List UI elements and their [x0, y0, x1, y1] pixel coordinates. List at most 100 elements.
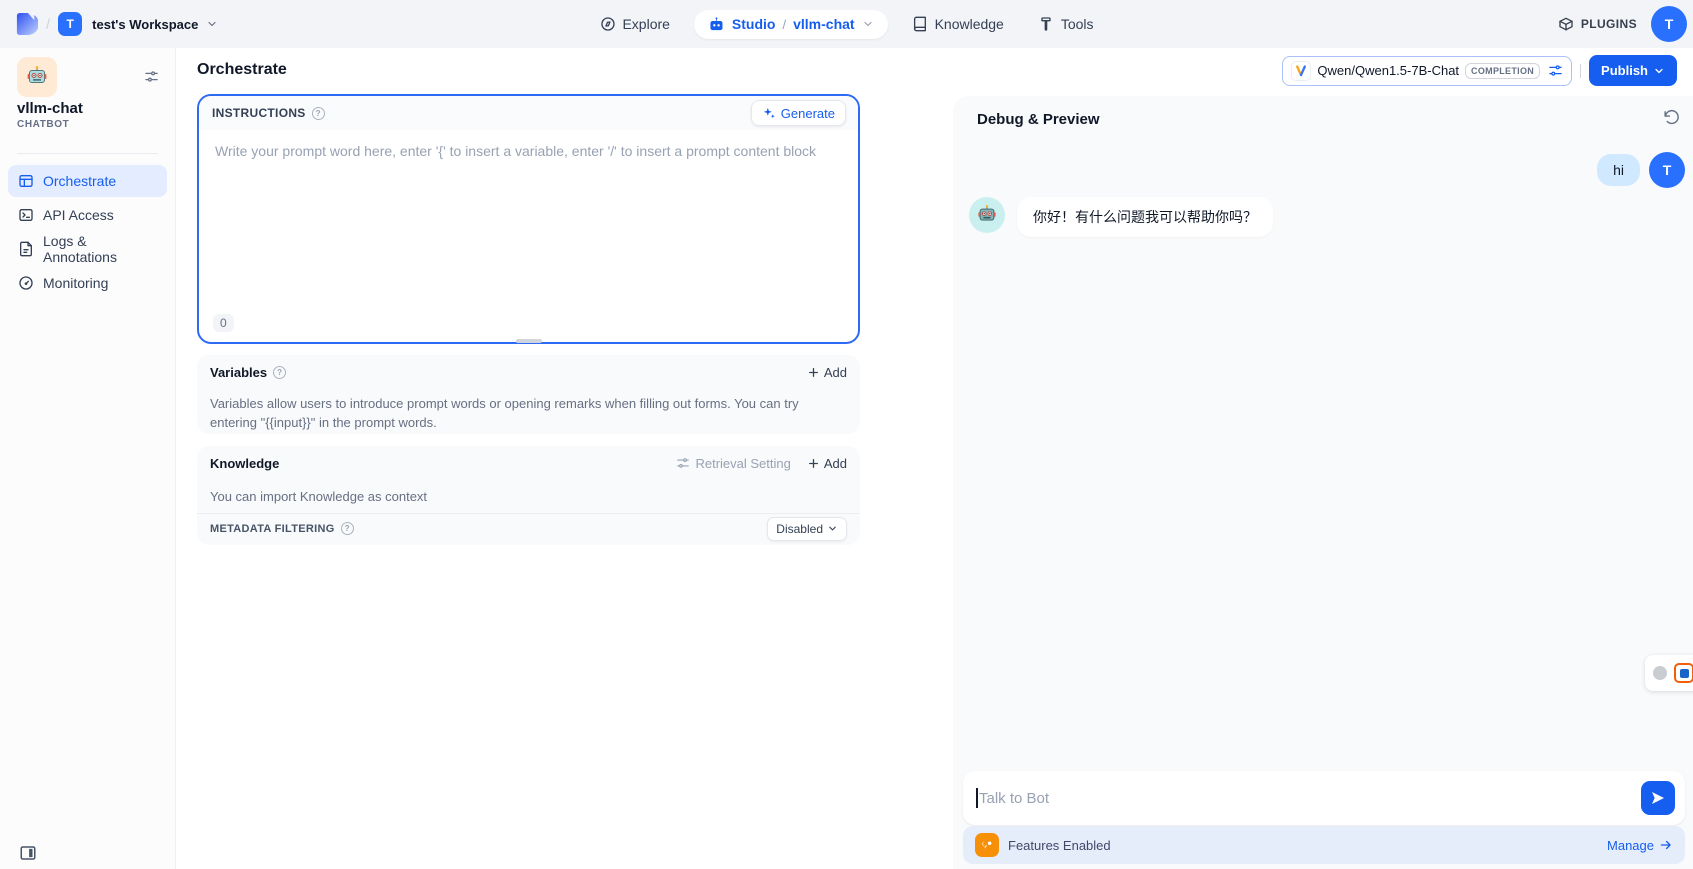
explore-icon	[599, 16, 615, 32]
restart-conversation-icon[interactable]	[1663, 109, 1680, 126]
manage-label: Manage	[1607, 838, 1654, 853]
workspace-name[interactable]: test's Workspace	[92, 17, 198, 32]
nav-tools[interactable]: Tools	[1028, 10, 1104, 38]
nav-knowledge-label: Knowledge	[935, 16, 1004, 32]
features-bar: Features Enabled Manage	[963, 826, 1685, 864]
workspace-switcher[interactable]: / T test's Workspace	[16, 11, 218, 37]
package-icon	[1558, 16, 1574, 32]
sidebar-item-logs-annotations[interactable]: Logs & Annotations	[8, 233, 167, 265]
app-name: vllm-chat	[17, 100, 83, 117]
nav-tools-label: Tools	[1061, 16, 1094, 32]
add-variable-button[interactable]: Add	[807, 365, 847, 380]
extension-widget[interactable]	[1645, 655, 1693, 691]
nav-explore[interactable]: Explore	[589, 10, 679, 38]
sidebar-item-label: API Access	[43, 207, 114, 223]
resize-handle[interactable]	[516, 339, 542, 343]
publish-label: Publish	[1601, 63, 1648, 78]
bot-chat-avatar	[969, 197, 1005, 233]
chevron-down-icon	[1653, 65, 1665, 77]
model-tune-icon[interactable]	[1548, 63, 1563, 78]
window-icon	[18, 173, 34, 189]
sidebar-item-monitoring[interactable]: Monitoring	[8, 267, 167, 299]
variables-title: Variables	[210, 365, 267, 380]
app-avatar[interactable]	[17, 57, 57, 97]
header-actions: Qwen/Qwen1.5-7B-Chat COMPLETION Publish	[1282, 55, 1677, 86]
user-chat-avatar: T	[1649, 152, 1685, 188]
send-icon	[1650, 790, 1666, 806]
breadcrumb-separator: /	[46, 16, 50, 33]
chat-area: hi T 你好！有什么问题	[953, 152, 1693, 237]
model-name: Qwen/Qwen1.5-7B-Chat	[1317, 63, 1459, 78]
extension-icon[interactable]	[1674, 663, 1693, 683]
chevron-down-icon	[827, 523, 838, 534]
arrow-right-icon	[1659, 838, 1673, 852]
knowledge-title: Knowledge	[210, 456, 279, 471]
sliders-icon	[676, 456, 690, 470]
plugins-button[interactable]: PLUGINS	[1558, 16, 1637, 32]
topnav-right: PLUGINS T	[1558, 6, 1677, 42]
info-icon: ?	[341, 522, 354, 535]
book-icon	[912, 16, 928, 32]
sidebar-item-orchestrate[interactable]: Orchestrate	[8, 165, 167, 197]
sidebar: vllm-chat CHATBOT Orchestrate API Access…	[0, 48, 176, 869]
metadata-filtering-label: METADATA FILTERING	[210, 523, 335, 535]
chat-input-bar	[963, 771, 1685, 825]
sidebar-item-label: Monitoring	[43, 275, 108, 291]
sidebar-item-api-access[interactable]: API Access	[8, 199, 167, 231]
bot-message-bubble: 你好！有什么问题我可以帮助你吗？	[1017, 197, 1273, 237]
metadata-filtering-row: METADATA FILTERING ? Disabled	[197, 513, 860, 543]
user-avatar[interactable]: T	[1651, 6, 1687, 42]
retrieval-setting-button[interactable]: Retrieval Setting	[676, 456, 790, 471]
instructions-title: INSTRUCTIONS	[212, 106, 306, 120]
publish-button[interactable]: Publish	[1589, 55, 1677, 86]
page-title: Orchestrate	[197, 61, 287, 79]
plus-icon	[807, 457, 820, 470]
dify-logo	[16, 11, 38, 37]
model-mode-badge: COMPLETION	[1465, 63, 1540, 79]
chevron-down-icon[interactable]	[862, 18, 874, 30]
info-icon: ?	[312, 107, 325, 120]
chat-message-user: hi T	[953, 152, 1693, 188]
chat-message-bot: 你好！有什么问题我可以帮助你吗？	[953, 197, 1693, 237]
robot-icon	[708, 16, 725, 33]
add-label: Add	[824, 365, 847, 380]
generate-button[interactable]: Generate	[751, 100, 846, 126]
sidebar-item-label: Orchestrate	[43, 173, 116, 189]
terminal-icon	[18, 207, 34, 223]
metadata-filtering-dropdown[interactable]: Disabled	[767, 517, 847, 541]
instructions-header: INSTRUCTIONS ? Generate	[199, 96, 858, 130]
top-nav: / T test's Workspace Explore Studio / vl…	[0, 0, 1693, 48]
knowledge-header: Knowledge Retrieval Setting Add	[197, 446, 860, 480]
send-button[interactable]	[1641, 781, 1675, 815]
nav-studio-active[interactable]: Studio / vllm-chat	[694, 10, 888, 39]
chevron-down-icon	[206, 18, 218, 30]
collapse-sidebar-icon[interactable]	[19, 844, 37, 862]
app-settings-icon[interactable]	[144, 69, 159, 84]
main-content: Orchestrate Qwen/Qwen1.5-7B-Chat COMPLET…	[176, 48, 1693, 869]
features-icon	[975, 833, 999, 857]
nav-knowledge[interactable]: Knowledge	[902, 10, 1014, 38]
document-icon	[18, 241, 34, 257]
features-label: Features Enabled	[1008, 838, 1111, 853]
nav-explore-label: Explore	[622, 16, 669, 32]
extension-dot-icon	[1653, 666, 1667, 680]
instructions-body: 0	[201, 132, 856, 340]
hammer-icon	[1038, 16, 1054, 32]
vllm-logo-icon	[1291, 61, 1311, 81]
prompt-input[interactable]	[201, 132, 856, 282]
manage-features-link[interactable]: Manage	[1607, 838, 1673, 853]
char-counter: 0	[213, 314, 234, 332]
model-selector[interactable]: Qwen/Qwen1.5-7B-Chat COMPLETION	[1282, 56, 1572, 86]
knowledge-card: Knowledge Retrieval Setting Add You can …	[197, 446, 860, 545]
nav-pill-separator: /	[782, 17, 786, 32]
header-divider	[1580, 64, 1581, 78]
nav-app-label[interactable]: vllm-chat	[793, 16, 854, 32]
knowledge-description: You can import Knowledge as context	[197, 480, 860, 513]
sidebar-item-label: Logs & Annotations	[43, 233, 157, 265]
sparkles-icon	[762, 106, 776, 120]
workspace-avatar[interactable]: T	[58, 12, 82, 36]
generate-label: Generate	[781, 106, 835, 121]
chat-input[interactable]	[963, 771, 1685, 825]
add-knowledge-button[interactable]: Add	[807, 456, 847, 471]
robot-emoji-icon	[976, 204, 998, 226]
